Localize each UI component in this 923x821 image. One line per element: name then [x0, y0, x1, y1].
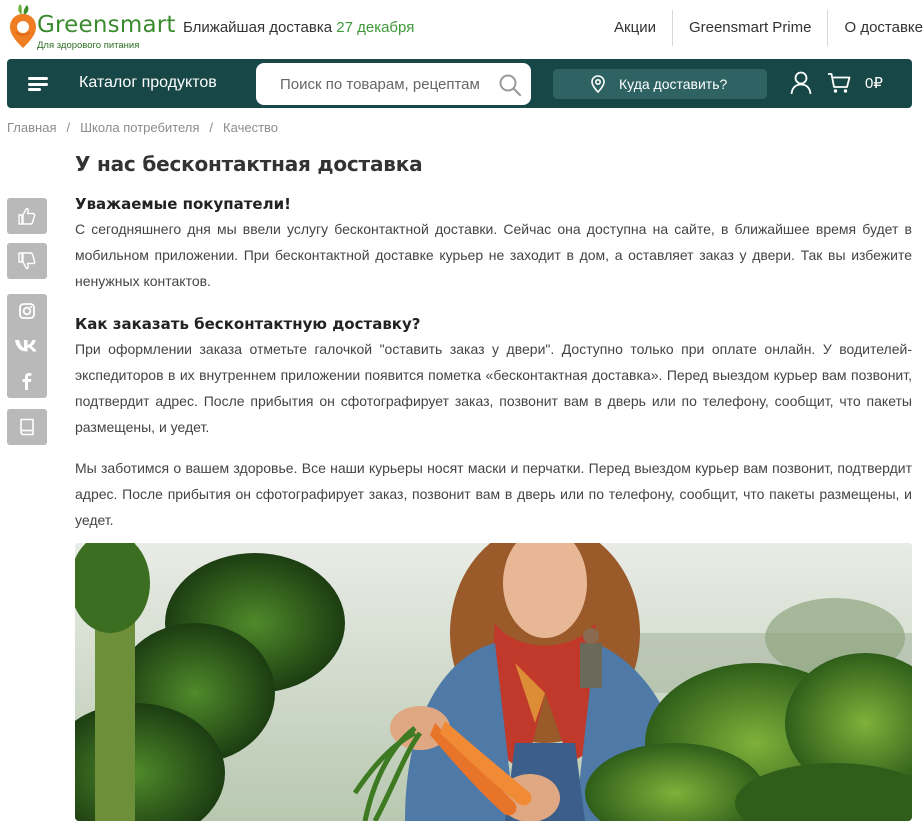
- top-links: Акции Greensmart Prime О доставке: [598, 10, 923, 46]
- main-navbar: Каталог продуктов Куда доставить? 0₽: [7, 59, 912, 108]
- section-greeting-text: С сегодняшнего дня мы ввели услугу беско…: [75, 221, 912, 289]
- nearest-delivery: Ближайшая доставка 27 декабря: [183, 19, 414, 36]
- delivery-date: 27 декабря: [336, 19, 415, 36]
- search-box: [256, 63, 531, 105]
- breadcrumb-consumer-school[interactable]: Школа потребителя: [80, 120, 199, 135]
- search-icon[interactable]: [498, 73, 522, 97]
- hamburger-menu-icon[interactable]: [28, 77, 50, 91]
- section-greeting-title: Уважаемые покупатели!: [75, 195, 291, 213]
- link-promotions[interactable]: Акции: [598, 10, 672, 46]
- thumbs-down-icon: [18, 252, 36, 270]
- section-how-to-order-title: Как заказать бесконтактную доставку?: [75, 315, 421, 333]
- section-how-to-order-text: При оформлении заказа отметьте галочкой …: [75, 341, 912, 435]
- instagram-icon[interactable]: [17, 301, 37, 321]
- like-button[interactable]: [7, 198, 47, 234]
- article: У нас бесконтактная доставка Уважаемые п…: [75, 152, 912, 528]
- cart-icon[interactable]: [827, 72, 851, 94]
- dislike-button[interactable]: [7, 243, 47, 279]
- article-photo: [75, 543, 912, 821]
- delivery-prefix: Ближайшая доставка: [183, 19, 333, 36]
- logo-name: Greensmart: [37, 12, 176, 38]
- logo-carrot-icon: [10, 4, 36, 48]
- user-account-icon[interactable]: [790, 71, 812, 95]
- logo-tagline: Для здорового питания: [37, 40, 140, 51]
- thumbs-up-icon: [18, 207, 36, 225]
- share-group: [7, 294, 47, 398]
- facebook-icon[interactable]: [17, 371, 37, 391]
- top-bar: Greensmart Для здорового питания Ближайш…: [0, 0, 923, 58]
- location-pin-icon: [591, 75, 605, 93]
- page-title: У нас бесконтактная доставка: [75, 152, 423, 176]
- bookmark-icon: [20, 418, 34, 436]
- vk-icon[interactable]: [14, 335, 40, 355]
- bookmark-button[interactable]: [7, 409, 47, 445]
- delivery-address-label: Куда доставить?: [619, 76, 728, 92]
- breadcrumb-home[interactable]: Главная: [7, 120, 56, 135]
- link-about-delivery[interactable]: О доставке: [827, 10, 923, 46]
- cart-total[interactable]: 0₽: [865, 74, 883, 92]
- woman-holding-carrots-image: [75, 543, 912, 821]
- link-prime[interactable]: Greensmart Prime: [671, 10, 828, 46]
- logo[interactable]: Greensmart Для здорового питания: [7, 0, 175, 56]
- delivery-address-button[interactable]: Куда доставить?: [553, 69, 767, 99]
- catalog-button[interactable]: Каталог продуктов: [79, 74, 217, 92]
- breadcrumb: Главная / Школа потребителя / Качество: [7, 120, 279, 135]
- search-input[interactable]: [256, 63, 496, 105]
- section-health-text: Мы заботимся о вашем здоровье. Все наши …: [75, 460, 912, 528]
- breadcrumb-quality[interactable]: Качество: [223, 120, 278, 135]
